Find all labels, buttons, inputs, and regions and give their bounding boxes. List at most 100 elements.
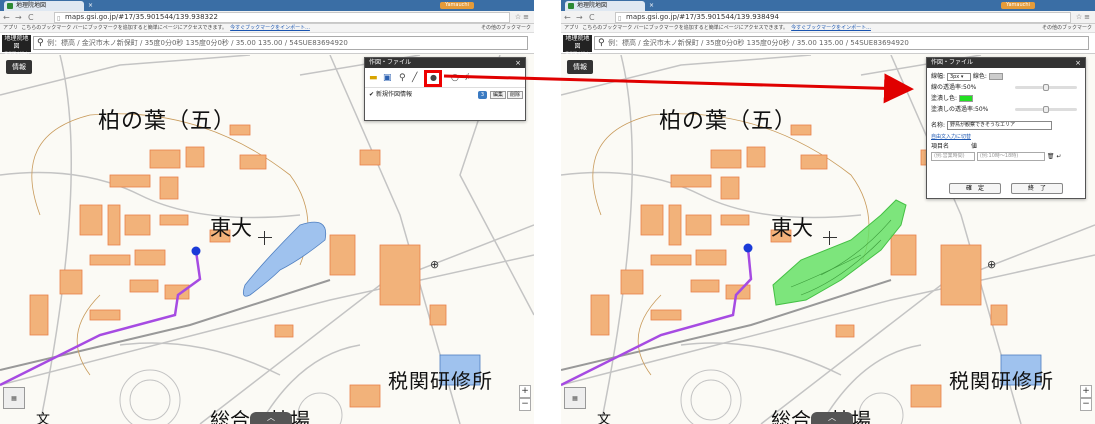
map-label-school: 文 bbox=[36, 412, 50, 424]
map-canvas[interactable]: ⊕ 情報 柏の葉（五） 東大 税関研修所 総合 技場 文 ▦ + − ︿ 作図・… bbox=[561, 55, 1095, 424]
map-label-todai: 東大 bbox=[771, 216, 813, 240]
slider-knob[interactable] bbox=[1043, 106, 1049, 113]
contour bbox=[637, 294, 662, 376]
center-crosshair-icon bbox=[258, 231, 272, 245]
browser-tab[interactable]: 地理院地図 bbox=[4, 1, 84, 11]
window-controls: –□× bbox=[478, 1, 532, 19]
page-icon: ▯ bbox=[57, 15, 61, 22]
zoom-out-button[interactable]: − bbox=[1080, 398, 1092, 411]
tab-close-icon[interactable]: × bbox=[649, 2, 654, 9]
finish-button[interactable]: 終 了 bbox=[1011, 183, 1063, 194]
gsi-logo[interactable]: 地理院地図 電子国土Web bbox=[2, 35, 31, 56]
reload-icon[interactable]: C bbox=[28, 13, 34, 22]
fill-opacity-slider[interactable] bbox=[1015, 106, 1077, 113]
bookmark-import-link[interactable]: 今すぐブックマークをインポート... bbox=[791, 25, 871, 31]
marker-icon[interactable]: ⚲ bbox=[399, 73, 406, 83]
name-row: 名称: 野鳥が観察できそうなエリア bbox=[927, 120, 1085, 131]
layer-row[interactable]: ✔ 新規作図情報 3 編集 削除 bbox=[365, 88, 525, 102]
name-label: 名称: bbox=[931, 122, 946, 129]
line-tool-icon[interactable]: ╱ bbox=[412, 73, 417, 83]
trash-icon[interactable]: 🗑 bbox=[1047, 153, 1055, 160]
forward-icon[interactable]: → bbox=[576, 13, 583, 22]
key-input[interactable]: (例:営業時間) bbox=[931, 152, 975, 161]
search-input[interactable]: ⚲ 例：標高 / 金沢市木ノ新保町 / 35度0分0秒 135度0分0秒 / 3… bbox=[33, 36, 528, 50]
fill-color-row: 塗潰し色: bbox=[927, 93, 1085, 104]
info-button[interactable]: 情報 bbox=[567, 60, 593, 74]
gsi-logo[interactable]: 地理院地図 電子国土Web bbox=[563, 35, 592, 56]
page-icon: ▯ bbox=[618, 15, 622, 22]
confirm-button[interactable]: 確 定 bbox=[949, 183, 1001, 194]
browser-tab[interactable]: 地理院地図 bbox=[565, 1, 645, 11]
bookmark-hint: こちらのブックマーク バーにブックマークを追加すると簡単にページにアクセスできま… bbox=[21, 25, 227, 31]
fill-opacity-label: 塗潰しの透過率:50% bbox=[931, 106, 989, 113]
name-value: 野鳥が観察できそうなエリア bbox=[949, 122, 1015, 128]
bookmark-import-link[interactable]: 今すぐブックマークをインポート... bbox=[230, 25, 310, 31]
url-field[interactable]: ▯ maps.gsi.go.jp/#17/35.901544/139.93832… bbox=[54, 12, 510, 23]
back-icon[interactable]: ← bbox=[3, 13, 10, 22]
reload-icon[interactable]: C bbox=[589, 13, 595, 22]
gsi-logo-title: 地理院地図 bbox=[565, 35, 590, 50]
line-color-swatch[interactable] bbox=[988, 73, 1003, 80]
info-button[interactable]: 情報 bbox=[6, 60, 32, 74]
school-icon: ⊕ bbox=[987, 258, 996, 271]
gsi-logo-title: 地理院地図 bbox=[4, 35, 29, 50]
other-bookmarks[interactable]: その他のブックマーク bbox=[477, 24, 531, 32]
back-icon[interactable]: ← bbox=[564, 13, 571, 22]
apps-link[interactable]: アプリ bbox=[3, 25, 18, 31]
edit-button[interactable]: 編集 bbox=[489, 91, 506, 99]
slider-knob[interactable] bbox=[1043, 84, 1049, 91]
save-icon[interactable]: ▣ bbox=[383, 73, 392, 83]
contour bbox=[76, 294, 101, 376]
overview-icon[interactable]: ▦ bbox=[3, 387, 25, 409]
map-label-kashiwa: 柏の葉（五） bbox=[659, 109, 798, 134]
tab-close-icon[interactable]: × bbox=[88, 2, 93, 9]
browser-titlebar: 地理院地図 × Yamauchi –□× bbox=[561, 0, 1095, 19]
browser-titlebar: 地理院地図 × Yamauchi –□× bbox=[0, 0, 534, 19]
route-point bbox=[191, 246, 201, 256]
panel-close-icon[interactable]: × bbox=[1075, 58, 1081, 68]
center-crosshair-icon bbox=[823, 231, 837, 245]
apps-link[interactable]: アプリ bbox=[564, 25, 579, 31]
forward-icon[interactable]: → bbox=[15, 13, 22, 22]
window-controls: –□× bbox=[1039, 1, 1093, 19]
bookmark-star-icon[interactable]: ☆≡ bbox=[515, 13, 531, 21]
line-width-value: 3px bbox=[949, 73, 960, 80]
layer-name: 新規作図情報 bbox=[375, 91, 412, 98]
tool-row: ▬ ▣ ⚲ ╱ ● ○ ﾒ bbox=[365, 68, 525, 88]
bookmark-star-icon[interactable]: ☆≡ bbox=[1076, 13, 1092, 21]
freeform-row: 自由文入力に切替 bbox=[927, 131, 1085, 142]
line-color-label: 線色: bbox=[972, 73, 987, 80]
value-header: 値 bbox=[970, 143, 977, 150]
text-tool-icon[interactable]: ﾒ bbox=[465, 73, 470, 83]
fill-color-label: 塗潰し色: bbox=[931, 95, 958, 102]
expand-bottom-icon[interactable]: ︿ bbox=[250, 412, 292, 424]
value-input[interactable]: (例:10時〜18時) bbox=[976, 152, 1045, 161]
name-input[interactable]: 野鳥が観察できそうなエリア bbox=[946, 121, 1052, 130]
zoom-in-button[interactable]: + bbox=[1080, 385, 1092, 398]
map-label-kashiwa: 柏の葉（五） bbox=[98, 109, 237, 134]
zoom-in-button[interactable]: + bbox=[519, 385, 531, 398]
gsi-header: 地理院地図 電子国土Web ⚲ 例：標高 / 金沢市木ノ新保町 / 35度0分0… bbox=[0, 33, 534, 56]
line-opacity-slider[interactable] bbox=[1015, 84, 1077, 91]
url-field[interactable]: ▯ maps.gsi.go.jp/#17/35.901544/139.93849… bbox=[615, 12, 1071, 23]
bookmarks-bar: アプリ こちらのブックマーク バーにブックマークを追加すると簡単にページにアクセ… bbox=[561, 24, 1095, 33]
circle-tool-icon[interactable]: ○ bbox=[451, 73, 459, 83]
user-badge[interactable]: Yamauchi bbox=[1001, 2, 1035, 9]
folder-icon[interactable]: ▬ bbox=[369, 73, 378, 83]
zoom-out-button[interactable]: − bbox=[519, 398, 531, 411]
delete-button[interactable]: 削除 bbox=[506, 91, 523, 99]
line-width-select[interactable]: 3px ▾ bbox=[946, 72, 971, 81]
freeform-toggle-link[interactable]: 自由文入力に切替 bbox=[931, 134, 971, 140]
expand-bottom-icon[interactable]: ︿ bbox=[811, 412, 853, 424]
search-input[interactable]: ⚲ 例：標高 / 金沢市木ノ新保町 / 35度0分0秒 135度0分0秒 / 3… bbox=[594, 36, 1089, 50]
user-badge[interactable]: Yamauchi bbox=[440, 2, 474, 9]
layer-count-badge: 3 bbox=[478, 91, 487, 99]
tab-title: 地理院地図 bbox=[577, 2, 608, 9]
line-opacity-row: 線の透過率:50% bbox=[927, 82, 1085, 93]
checkmark-icon[interactable]: ✔ bbox=[369, 91, 374, 98]
overview-icon[interactable]: ▦ bbox=[564, 387, 586, 409]
enter-icon[interactable]: ↵ bbox=[1056, 153, 1061, 160]
fill-color-swatch[interactable] bbox=[958, 95, 973, 102]
other-bookmarks[interactable]: その他のブックマーク bbox=[1038, 24, 1092, 32]
panel-close-icon[interactable]: × bbox=[515, 58, 521, 68]
